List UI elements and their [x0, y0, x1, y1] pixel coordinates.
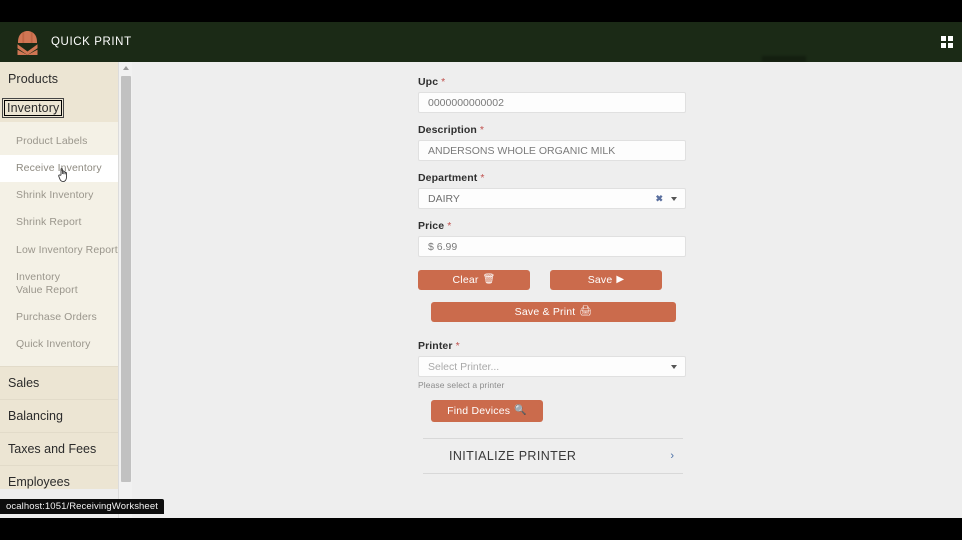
sidebar: Products Inventory Product Labels Receiv… [0, 62, 118, 489]
brand-logo[interactable] [9, 28, 45, 56]
upc-field-block: Upc * 0000000000002 [418, 76, 686, 113]
initialize-printer-header[interactable]: INITIALIZE PRINTER › [423, 439, 683, 473]
sidebar-item-inventory-value-report[interactable]: Inventory Value Report [0, 264, 78, 304]
printer-label-text: Printer [418, 340, 453, 352]
sidebar-item-inventory[interactable]: Inventory [2, 98, 65, 118]
sidebar-item-employees[interactable]: Employees [0, 465, 118, 489]
upc-label-text: Upc [418, 76, 439, 88]
description-input[interactable]: ANDERSONS WHOLE ORGANIC MILK [418, 140, 686, 161]
sidebar-submenu: Product Labels Receive Inventory Shrink … [0, 122, 118, 367]
save-button-label: Save [587, 274, 613, 286]
page-body: Products Inventory Product Labels Receiv… [0, 62, 962, 518]
pointer-hand-cursor [57, 166, 71, 183]
clear-button[interactable]: Clear 🗑 [418, 270, 530, 290]
search-icon: 🔍 [514, 405, 527, 416]
printer-field-block: Printer * Select Printer... Please selec… [418, 340, 686, 390]
department-select[interactable]: DAIRY ✖ [418, 188, 686, 209]
find-devices-button[interactable]: Find Devices 🔍 [431, 400, 543, 422]
sidebar-item-sales[interactable]: Sales [0, 366, 118, 399]
browser-top-band [0, 0, 962, 22]
department-label-text: Department [418, 172, 478, 184]
receiving-form: Upc * 0000000000002 Description * ANDERS… [418, 76, 686, 474]
upc-input[interactable]: 0000000000002 [418, 92, 686, 113]
description-label: Description * [418, 124, 686, 136]
upc-required-marker: * [441, 76, 446, 88]
sidebar-focus-row: Inventory [0, 95, 118, 122]
sidebar-group-products[interactable]: Products [0, 62, 118, 95]
department-required-marker: * [480, 172, 485, 184]
clear-button-label: Clear [452, 274, 479, 286]
price-required-marker: * [447, 220, 452, 232]
app-header: QUICK PRINT [0, 22, 962, 62]
brand-name: QUICK PRINT [51, 36, 132, 48]
save-button[interactable]: Save ▶ [550, 270, 662, 290]
clear-x-icon[interactable]: ✖ [655, 194, 663, 203]
printer-label: Printer * [418, 340, 686, 352]
sidebar-scrollbar[interactable] [118, 62, 132, 518]
printer-select[interactable]: Select Printer... [418, 356, 686, 377]
price-field-block: Price * $ 6.99 [418, 220, 686, 257]
sidebar-item-product-labels[interactable]: Product Labels [0, 128, 118, 155]
description-label-text: Description [418, 124, 477, 136]
play-icon: ▶ [616, 274, 625, 285]
initialize-printer-accordion: INITIALIZE PRINTER › [423, 438, 683, 474]
chevron-down-icon[interactable] [671, 364, 677, 369]
printer-placeholder: Select Printer... [428, 360, 500, 373]
chevron-right-icon: › [670, 450, 674, 462]
status-bar: ocalhost:1051/ReceivingWorksheet [0, 499, 164, 514]
sidebar-item-low-inventory-report[interactable]: Low Inventory Report [0, 237, 118, 264]
save-and-print-button-label: Save & Print [514, 306, 576, 318]
sidebar-item-balancing[interactable]: Balancing [0, 399, 118, 432]
sidebar-item-quick-inventory[interactable]: Quick Inventory [0, 331, 118, 358]
department-field-block: Department * DAIRY ✖ [418, 172, 686, 209]
trash-icon: 🗑 [482, 274, 496, 285]
quick-print-logo-icon [14, 30, 41, 55]
price-input[interactable]: $ 6.99 [418, 236, 686, 257]
accordion-bottom-divider [423, 473, 683, 474]
grid-apps-icon[interactable] [941, 36, 953, 48]
browser-bottom-band [0, 518, 962, 540]
scroll-up-arrow-icon[interactable] [119, 62, 132, 74]
form-action-row: Clear 🗑 Save ▶ [418, 270, 686, 290]
save-and-print-button[interactable]: Save & Print 🖨 [431, 302, 676, 322]
printer-required-marker: * [455, 340, 460, 352]
department-selected-value: DAIRY [428, 192, 460, 205]
upc-label: Upc * [418, 76, 686, 88]
sidebar-item-shrink-report[interactable]: Shrink Report [0, 209, 118, 236]
department-label: Department * [418, 172, 686, 184]
screen: QUICK PRINT Products Inventory Product L… [0, 0, 962, 540]
printer-icon: 🖨 [579, 306, 593, 317]
sidebar-item-taxes-and-fees[interactable]: Taxes and Fees [0, 432, 118, 465]
sidebar-item-shrink-inventory[interactable]: Shrink Inventory [0, 182, 118, 209]
find-devices-button-label: Find Devices [447, 405, 511, 417]
chevron-down-icon[interactable] [671, 196, 677, 201]
price-label-text: Price [418, 220, 445, 232]
description-required-marker: * [479, 124, 485, 136]
scrollbar-thumb[interactable] [121, 76, 131, 482]
sidebar-item-purchase-orders[interactable]: Purchase Orders [0, 304, 118, 331]
printer-help-text: Please select a printer [418, 380, 505, 390]
initialize-printer-title: INITIALIZE PRINTER [449, 449, 577, 463]
description-field-block: Description * ANDERSONS WHOLE ORGANIC MI… [418, 124, 686, 161]
price-label: Price * [418, 220, 686, 232]
